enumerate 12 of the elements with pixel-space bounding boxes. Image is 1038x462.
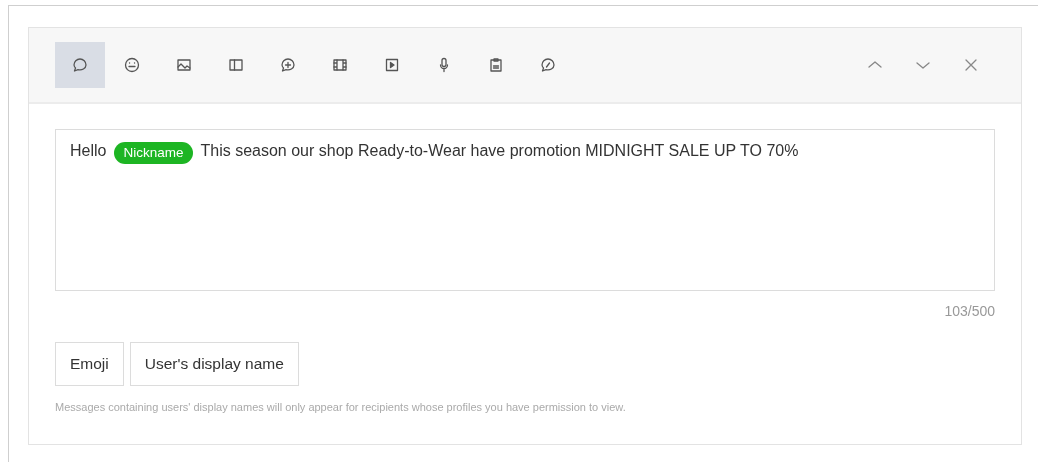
- character-counter: 103/500: [944, 303, 995, 319]
- insert-button[interactable]: Emoji: [55, 342, 124, 386]
- insert-button[interactable]: User's display name: [129, 342, 299, 386]
- nickname-tag: Nickname: [114, 142, 193, 164]
- message-text: Hello: [70, 142, 107, 160]
- chat-pen-icon: [538, 55, 558, 75]
- help-text: Messages containing users' display names will only appear for recipients whose profiles you have permission to view.: [55, 401, 627, 413]
- chat-bubble-icon: [70, 55, 90, 75]
- smiley-icon: [122, 55, 142, 75]
- message-text: This season our shop Ready-to-Wear have promotion MIDNIGHT SALE UP TO 70%: [200, 142, 799, 160]
- chat-plus-icon: [278, 55, 298, 75]
- message-input[interactable]: Hello Nickname This season our shop Ready-to-Wear have promotion MIDNIGHT SALE UP TO 70%: [55, 129, 995, 291]
